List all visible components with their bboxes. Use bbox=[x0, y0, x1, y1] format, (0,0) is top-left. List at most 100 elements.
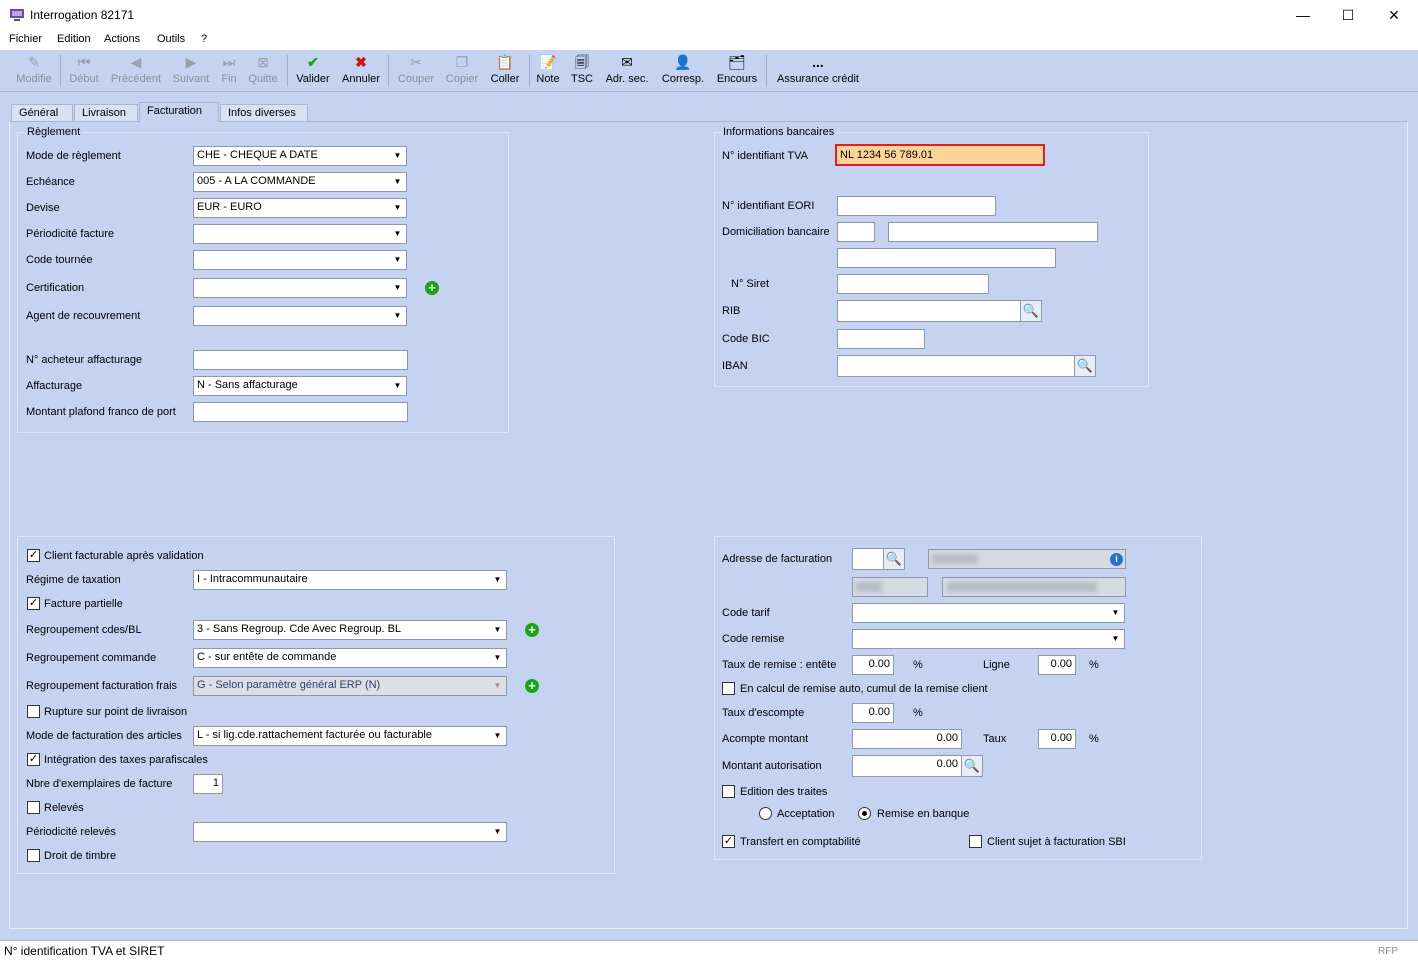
close-button[interactable]: ✕ bbox=[1371, 0, 1417, 31]
integration-taxes-checkbox[interactable]: ✓ bbox=[27, 753, 40, 766]
tva-input[interactable]: NL 1234 56 789.01 bbox=[835, 144, 1045, 166]
debut-button[interactable]: ⏮ Début bbox=[66, 52, 102, 90]
annuler-button[interactable]: ✖ Annuler bbox=[339, 52, 383, 90]
note-button[interactable]: 📝 Note bbox=[534, 52, 562, 90]
chevron-down-icon[interactable]: ▼ bbox=[390, 174, 405, 190]
affacturage-select[interactable]: N - Sans affacturage bbox=[193, 376, 407, 396]
search-icon[interactable]: 🔍 bbox=[1074, 355, 1096, 377]
chevron-down-icon[interactable]: ▼ bbox=[390, 226, 405, 242]
eori-input[interactable] bbox=[837, 196, 996, 216]
montant-autorisation-input[interactable]: 0.00 bbox=[852, 755, 962, 777]
periodicite-releves-select[interactable] bbox=[193, 822, 507, 842]
taux-escompte-input[interactable]: 0.00 bbox=[852, 703, 894, 723]
taux-remise-input[interactable]: 0.00 bbox=[852, 655, 894, 675]
menu-edition[interactable]: Edition bbox=[57, 33, 91, 45]
chevron-down-icon[interactable]: ▼ bbox=[490, 572, 505, 588]
transfert-compta-checkbox[interactable]: ✓ bbox=[722, 835, 735, 848]
calcul-remise-checkbox[interactable] bbox=[722, 682, 735, 695]
domiciliation-line2-input[interactable] bbox=[837, 248, 1056, 268]
domiciliation-input[interactable] bbox=[888, 222, 1098, 242]
precedent-button[interactable]: ◀ Précédent bbox=[108, 52, 164, 90]
chevron-down-icon[interactable]: ▼ bbox=[390, 148, 405, 164]
nbre-exemplaires-input[interactable]: 1 bbox=[193, 774, 223, 794]
certification-select[interactable] bbox=[193, 278, 407, 298]
facture-partielle-checkbox[interactable]: ✓ bbox=[27, 597, 40, 610]
tab-infos-diverses[interactable]: Infos diverses bbox=[220, 104, 308, 121]
couper-button[interactable]: ✂ Couper bbox=[395, 52, 437, 90]
chevron-down-icon[interactable]: ▼ bbox=[490, 728, 505, 744]
corresp-button[interactable]: 👤 Corresp. bbox=[658, 52, 708, 90]
releves-checkbox[interactable] bbox=[27, 801, 40, 814]
chevron-down-icon[interactable]: ▼ bbox=[490, 650, 505, 666]
add-plus-icon[interactable]: + bbox=[525, 623, 539, 637]
devise-select[interactable]: EUR - EURO bbox=[193, 198, 407, 218]
tab-general[interactable]: Général bbox=[11, 104, 73, 121]
fin-button[interactable]: ⏭ Fin bbox=[216, 52, 242, 90]
code-tournee-select[interactable] bbox=[193, 250, 407, 270]
search-icon[interactable]: 🔍 bbox=[1020, 300, 1042, 322]
quitte-button[interactable]: ⊠ Quitte bbox=[246, 52, 280, 90]
regime-taxation-select[interactable]: I - Intracommunautaire bbox=[193, 570, 507, 590]
menu-outils[interactable]: Outils bbox=[157, 33, 185, 45]
iban-input[interactable] bbox=[837, 355, 1075, 377]
maximize-button[interactable]: ☐ bbox=[1325, 0, 1371, 31]
acompte-taux-input[interactable]: 0.00 bbox=[1038, 729, 1076, 749]
edition-traites-checkbox[interactable] bbox=[722, 785, 735, 798]
minimize-button[interactable]: — bbox=[1280, 0, 1326, 31]
adr-sec-button[interactable]: ✉ Adr. sec. bbox=[602, 52, 652, 90]
client-facturable-checkbox[interactable]: ✓ bbox=[27, 549, 40, 562]
domiciliation-code-input[interactable] bbox=[837, 222, 875, 242]
tab-livraison[interactable]: Livraison bbox=[74, 104, 138, 121]
chevron-down-icon[interactable]: ▼ bbox=[490, 824, 505, 840]
tab-facturation[interactable]: Facturation bbox=[139, 102, 219, 122]
mode-reglement-select[interactable]: CHE - CHEQUE A DATE bbox=[193, 146, 407, 166]
regroupement-frais-select[interactable]: G - Selon paramètre général ERP (N) bbox=[193, 676, 507, 696]
tsc-button[interactable]: 🗐 TSC bbox=[568, 52, 596, 90]
periodicite-facture-select[interactable] bbox=[193, 224, 407, 244]
coller-button[interactable]: 📋 Coller bbox=[487, 52, 523, 90]
add-plus-icon[interactable]: + bbox=[525, 679, 539, 693]
droit-timbre-checkbox[interactable] bbox=[27, 849, 40, 862]
add-plus-icon[interactable]: + bbox=[425, 281, 439, 295]
search-icon[interactable]: 🔍 bbox=[883, 548, 905, 570]
assurance-credit-button[interactable]: ... Assurance crédit bbox=[773, 52, 863, 90]
menu-actions[interactable]: Actions bbox=[104, 33, 140, 45]
chevron-down-icon[interactable]: ▼ bbox=[390, 200, 405, 216]
regroupement-commande-select[interactable]: C - sur entête de commande bbox=[193, 648, 507, 668]
chevron-down-icon[interactable]: ▼ bbox=[390, 308, 405, 324]
info-icon[interactable]: i bbox=[1110, 553, 1123, 566]
chevron-down-icon[interactable]: ▼ bbox=[490, 622, 505, 638]
menu-fichier[interactable]: Fichier bbox=[9, 33, 42, 45]
client-sbi-checkbox[interactable] bbox=[969, 835, 982, 848]
chevron-down-icon[interactable]: ▼ bbox=[390, 280, 405, 296]
echeance-select[interactable]: 005 - A LA COMMANDE bbox=[193, 172, 407, 192]
chevron-down-icon[interactable]: ▼ bbox=[1108, 631, 1123, 647]
remise-banque-radio[interactable] bbox=[858, 807, 871, 820]
chevron-down-icon[interactable]: ▼ bbox=[390, 378, 405, 394]
montant-plafond-input[interactable] bbox=[193, 402, 408, 422]
rupture-livraison-checkbox[interactable] bbox=[27, 705, 40, 718]
acompte-montant-input[interactable]: 0.00 bbox=[852, 729, 962, 749]
copier-button[interactable]: ❐ Copier bbox=[443, 52, 481, 90]
encours-button[interactable]: 🗂 Encours bbox=[714, 52, 760, 90]
mode-facturation-articles-select[interactable]: L - si lig.cde.rattachement facturée ou … bbox=[193, 726, 507, 746]
modifie-button[interactable]: ✎ Modifie bbox=[13, 52, 55, 90]
suivant-button[interactable]: ▶ Suivant bbox=[170, 52, 212, 90]
bic-input[interactable] bbox=[837, 329, 925, 349]
code-tarif-select[interactable] bbox=[852, 603, 1125, 623]
code-remise-select[interactable] bbox=[852, 629, 1125, 649]
rib-input[interactable] bbox=[837, 300, 1021, 322]
acceptation-radio[interactable] bbox=[759, 807, 772, 820]
chevron-down-icon[interactable]: ▼ bbox=[390, 252, 405, 268]
chevron-down-icon[interactable]: ▼ bbox=[490, 678, 505, 694]
adresse-facturation-input[interactable] bbox=[852, 548, 884, 570]
ligne-input[interactable]: 0.00 bbox=[1038, 655, 1076, 675]
regroupement-cdes-select[interactable]: 3 - Sans Regroup. Cde Avec Regroup. BL bbox=[193, 620, 507, 640]
valider-button[interactable]: ✔ Valider bbox=[293, 52, 333, 90]
agent-recouvrement-select[interactable] bbox=[193, 306, 407, 326]
siret-input[interactable] bbox=[837, 274, 989, 294]
chevron-down-icon[interactable]: ▼ bbox=[1108, 605, 1123, 621]
search-icon[interactable]: 🔍 bbox=[961, 755, 983, 777]
menu-help[interactable]: ? bbox=[201, 33, 207, 45]
acheteur-affacturage-input[interactable] bbox=[193, 350, 408, 370]
